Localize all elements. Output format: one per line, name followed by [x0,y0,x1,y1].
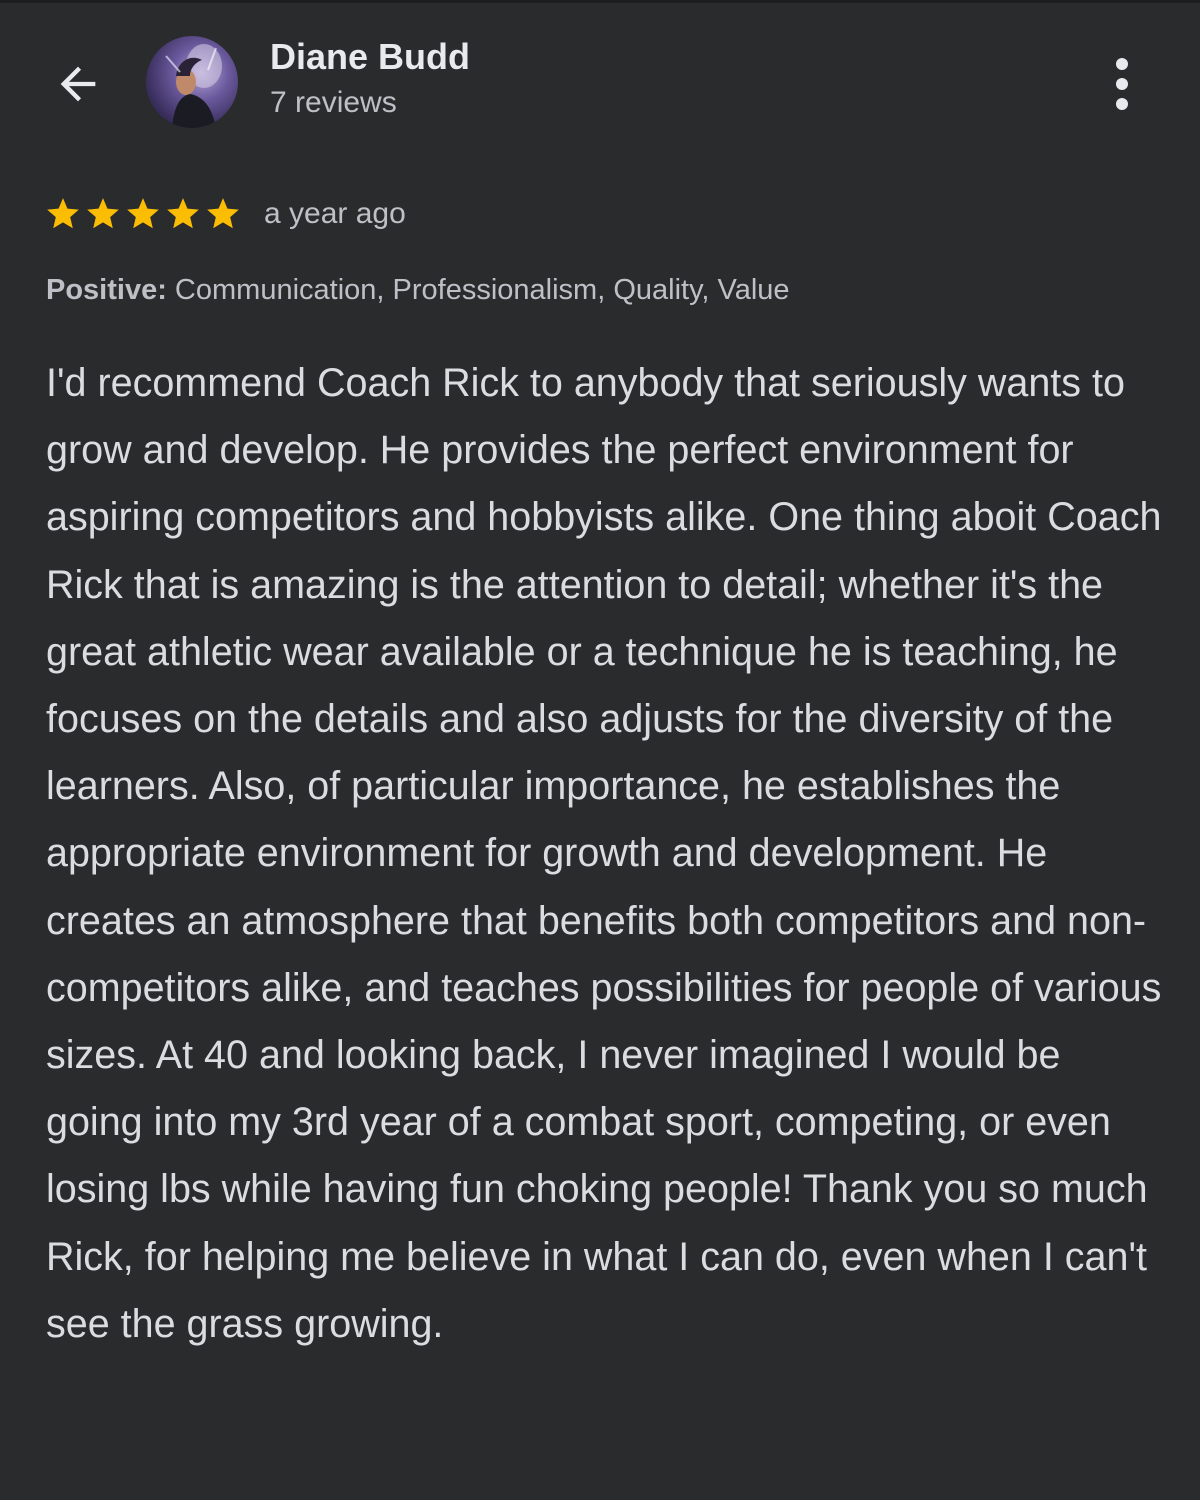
star-icon [127,198,159,229]
star-icon [87,198,119,229]
review-attributes: Positive: Communication, Professionalism… [46,274,790,307]
more-vert-icon-dot [1116,78,1128,90]
review-count: 7 reviews [270,86,397,119]
attributes-value: Communication, Professionalism, Quality,… [166,274,790,306]
reviewer-name[interactable]: Diane Budd [270,36,470,78]
rating-row: a year ago [44,190,406,238]
more-options-button[interactable] [1098,52,1146,116]
attributes-label: Positive: [46,274,167,306]
review-text: I'd recommend Coach Rick to anybody that… [46,361,1162,1346]
star-icon [167,198,199,229]
avatar-image [165,44,222,128]
star-icon [47,198,79,229]
review-date: a year ago [264,197,406,230]
more-vert-icon [1116,58,1128,70]
reviewer-avatar[interactable] [146,36,238,128]
reviewer-header: Diane Budd 7 reviews [0,0,1200,160]
star-icon [207,198,239,229]
back-button[interactable] [48,56,108,112]
arrow-left-icon [60,66,96,102]
more-vert-icon-dot [1116,98,1128,110]
star-rating [44,195,242,233]
